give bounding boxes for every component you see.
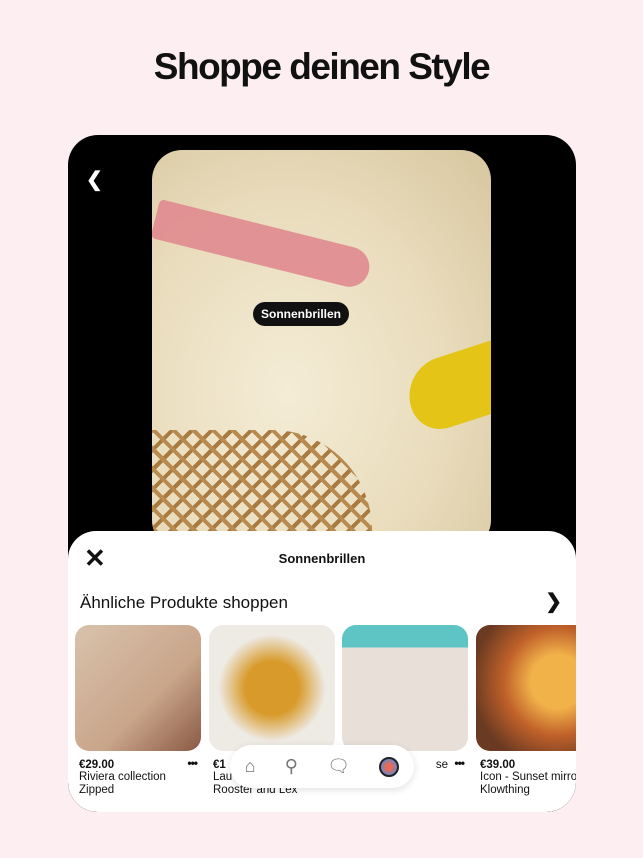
product-card[interactable]: €39.00 Icon - Sunset mirro Klowthing [476,625,576,797]
home-icon[interactable]: ⌂ [245,756,256,777]
messages-icon[interactable]: 🗨 [327,756,350,777]
search-icon[interactable]: ⚲ [285,756,298,777]
pink-sunglasses [152,198,374,292]
product-brand: Zipped [79,784,115,796]
back-icon[interactable]: ❮ [86,167,103,192]
more-icon[interactable]: ••• [187,756,198,770]
shopping-sheet: ✕ Sonnenbrillen Ähnliche Produkte shoppe… [68,531,576,812]
product-tag[interactable]: Sonnenbrillen [253,302,350,326]
product-image [75,625,201,751]
sheet-title: Sonnenbrillen [278,551,366,566]
more-icon[interactable]: ••• [454,756,465,770]
product-title: Riviera collection [79,771,166,783]
headline: Shoppe deinen Style [153,46,491,87]
profile-avatar[interactable] [379,756,400,777]
product-price: €39.00 [480,759,516,771]
chevron-right-icon[interactable]: ❯ [545,589,562,614]
product-title: Icon - Sunset mirro [480,771,576,783]
bottom-nav: ⌂ ⚲ 🗨 [230,745,414,788]
product-brand: Klowthing [480,784,530,796]
product-price: €29.00 [79,759,115,771]
product-image [209,625,335,751]
pin-image[interactable]: Sonnenbrillen [152,150,491,550]
product-image [342,625,468,751]
section-title: Ähnliche Produkte shoppen [80,593,288,612]
phone-frame: ❮ Sonnenbrillen ✕ Sonnenbrillen Ähnliche… [68,135,576,812]
yellow-sunglasses [399,333,491,437]
product-image [476,625,576,751]
product-card[interactable]: €29.00 Riviera collection Zipped ••• [75,625,201,797]
